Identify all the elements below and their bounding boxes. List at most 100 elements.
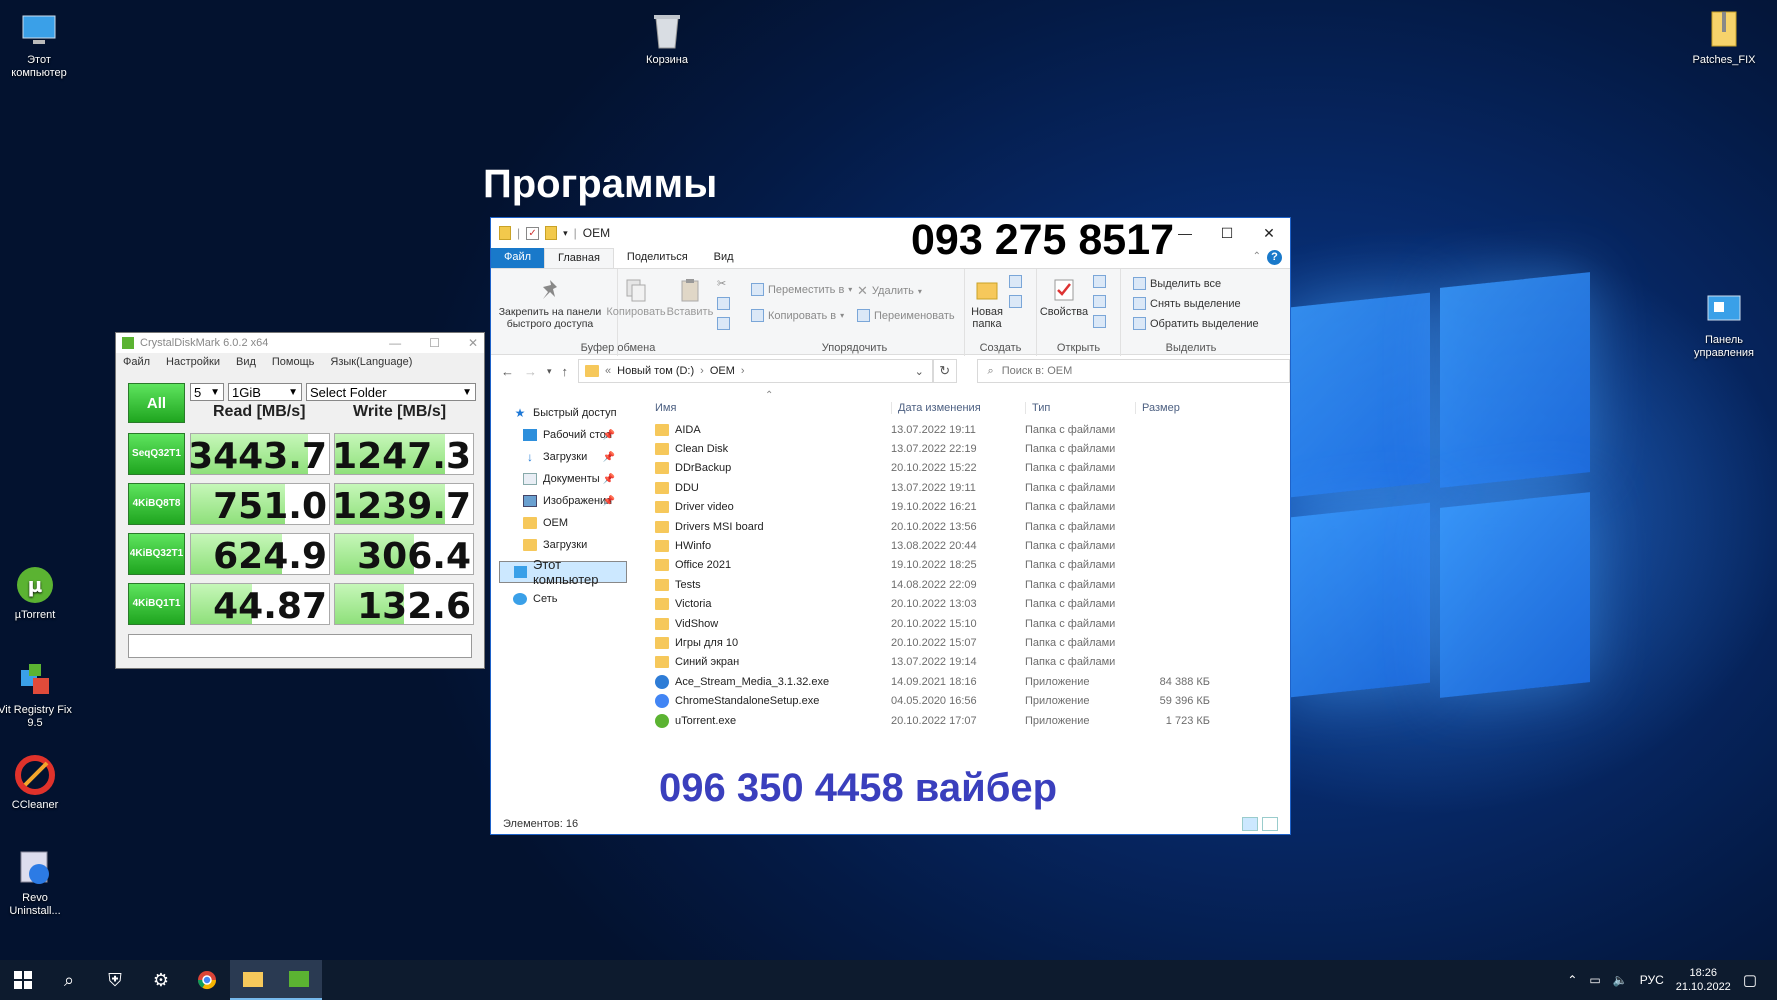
pin-icon[interactable]: 📌 — [603, 430, 615, 441]
column-size[interactable]: Размер — [1135, 402, 1210, 414]
breadcrumb-separator[interactable]: › — [700, 365, 704, 377]
notification-icon[interactable]: ▢ — [1743, 971, 1757, 989]
desktop-icon-revo[interactable]: Revo Uninstall... — [0, 848, 74, 918]
column-date[interactable]: Дата изменения — [891, 402, 1025, 414]
tab-home[interactable]: Главная — [544, 248, 614, 268]
file-row[interactable]: DDrBackup 20.10.2022 15:22 Папка с файла… — [651, 459, 1231, 478]
invert-selection-button[interactable]: Обратить выделение — [1133, 317, 1259, 330]
close-icon[interactable]: ✕ — [468, 336, 478, 350]
rename-button[interactable]: Переименовать — [857, 309, 955, 322]
nav-item[interactable]: ↓ Загрузки 📌 — [499, 446, 627, 468]
pin-icon[interactable]: 📌 — [603, 474, 615, 485]
large-icons-view-icon[interactable] — [1262, 817, 1278, 831]
breadcrumb-drive[interactable]: Новый том (D:) — [617, 365, 694, 377]
column-name[interactable]: Имя — [651, 402, 891, 414]
cdm-menu-view[interactable]: Вид — [236, 356, 256, 370]
back-icon[interactable]: ← — [501, 364, 514, 379]
nav-item[interactable]: Документы 📌 — [499, 468, 627, 490]
delete-button[interactable]: ✕ Удалить ▾ — [857, 283, 922, 299]
nav-item[interactable]: Рабочий стол 📌 — [499, 424, 627, 446]
pin-icon[interactable]: 📌 — [603, 496, 615, 507]
open-icon[interactable] — [1093, 275, 1106, 288]
move-to-button[interactable]: Переместить в ▾ — [751, 283, 852, 296]
desktop-icon-patches[interactable]: Patches_FIX — [1685, 10, 1763, 67]
close-icon[interactable]: ✕ — [1248, 218, 1290, 248]
network-icon[interactable]: ▭ — [1589, 973, 1600, 987]
file-row[interactable]: DDU 13.07.2022 19:11 Папка с файлами — [651, 478, 1231, 497]
new-folder-quick-icon[interactable] — [545, 226, 558, 240]
maximize-icon[interactable]: ☐ — [1206, 218, 1248, 248]
properties-button[interactable]: Свойства — [1039, 277, 1089, 318]
minimize-icon[interactable]: — — [389, 336, 401, 350]
test-button[interactable]: 4KiB Q32T1 — [128, 533, 185, 575]
copy-to-button[interactable]: Копировать в ▾ — [751, 309, 844, 322]
language-indicator[interactable]: РУС — [1640, 973, 1664, 987]
help-icon[interactable]: ? — [1267, 250, 1282, 265]
select-all-button[interactable]: Выделить все — [1133, 277, 1221, 290]
file-row[interactable]: AIDA 13.07.2022 19:11 Папка с файлами — [651, 420, 1231, 439]
file-row[interactable]: VidShow 20.10.2022 15:10 Папка с файлами — [651, 614, 1231, 633]
forward-icon[interactable]: → — [524, 364, 537, 379]
pin-button[interactable]: Закрепить на панели быстрого доступа — [495, 277, 605, 330]
test-button[interactable]: 4KiB Q8T8 — [128, 483, 185, 525]
test-button[interactable]: 4KiB Q1T1 — [128, 583, 185, 625]
tab-view[interactable]: Вид — [701, 248, 747, 268]
start-button[interactable] — [0, 960, 46, 1000]
file-explorer-taskbar-icon[interactable] — [230, 960, 276, 1000]
cdm-menu-settings[interactable]: Настройки — [166, 356, 220, 370]
breadcrumb-separator[interactable]: › — [741, 365, 745, 377]
nav-item[interactable]: Изображения 📌 — [499, 490, 627, 512]
file-row[interactable]: ChromeStandaloneSetup.exe 04.05.2020 16:… — [651, 691, 1231, 710]
chevron-down-icon[interactable]: ▾ — [563, 228, 568, 239]
column-type[interactable]: Тип — [1025, 402, 1135, 414]
crystaldiskmark-taskbar-icon[interactable] — [276, 960, 322, 1000]
desktop-icon-ccleaner[interactable]: CCleaner — [0, 755, 74, 812]
cdm-menu-help[interactable]: Помощь — [272, 356, 315, 370]
nav-item[interactable]: Сеть — [499, 588, 627, 610]
pin-icon[interactable]: 📌 — [603, 452, 615, 463]
file-row[interactable]: Tests 14.08.2022 22:09 Папка с файлами — [651, 575, 1231, 594]
address-bar[interactable]: « Новый том (D:) › OEM › ⌄ — [578, 359, 933, 383]
tab-file[interactable]: Файл — [491, 248, 545, 268]
recent-locations-icon[interactable]: ▾ — [547, 366, 552, 377]
new-folder-button[interactable]: Новая папка — [967, 277, 1007, 330]
comment-field[interactable] — [128, 634, 472, 658]
test-button[interactable]: Seq Q32T1 — [128, 433, 185, 475]
new-item-icon[interactable] — [1009, 275, 1022, 288]
copy-path-icon[interactable] — [717, 297, 730, 310]
desktop-icon-recycle-bin[interactable]: Корзина — [628, 10, 706, 67]
cdm-menu-language[interactable]: Язык(Language) — [330, 356, 412, 370]
desktop-icon-control-panel[interactable]: Панель управления — [1685, 290, 1763, 360]
size-select[interactable]: 1GiB ▼ — [228, 383, 302, 401]
properties-quick-icon[interactable]: ✓ — [526, 226, 540, 240]
nav-item[interactable]: Загрузки — [499, 534, 627, 556]
nav-item[interactable]: OEM — [499, 512, 627, 534]
file-row[interactable]: Clean Disk 13.07.2022 22:19 Папка с файл… — [651, 439, 1231, 458]
file-row[interactable]: Ace_Stream_Media_3.1.32.exe 14.09.2021 1… — [651, 672, 1231, 691]
copy-button[interactable]: Копировать — [603, 277, 669, 318]
shield-icon[interactable]: ⛨ — [92, 960, 138, 1000]
nav-item[interactable]: ★ Быстрый доступ — [499, 402, 627, 424]
collapse-ribbon-icon[interactable]: ⌃ — [1253, 248, 1261, 268]
search-icon[interactable]: ⌕ — [46, 960, 92, 1000]
history-icon[interactable] — [1093, 315, 1106, 328]
cut-icon[interactable]: ✂ — [717, 277, 726, 290]
details-view-icon[interactable] — [1242, 817, 1258, 831]
volume-icon[interactable]: 🔈 — [1613, 973, 1628, 987]
folder-select[interactable]: Select Folder ▼ — [306, 383, 476, 401]
all-button[interactable]: All — [128, 383, 185, 423]
refresh-icon[interactable]: ↻ — [932, 359, 957, 383]
minimize-icon[interactable]: — — [1164, 218, 1206, 248]
breadcrumb-overflow[interactable]: « — [605, 365, 611, 377]
easy-access-icon[interactable] — [1009, 295, 1022, 308]
paste-shortcut-icon[interactable] — [717, 317, 730, 330]
chevron-down-icon[interactable]: ⌄ — [915, 365, 924, 378]
file-row[interactable]: Driver video 19.10.2022 16:21 Папка с фа… — [651, 498, 1231, 517]
paste-button[interactable]: Вставить — [665, 277, 715, 318]
desktop-icon-utorrent[interactable]: µ µTorrent — [0, 565, 74, 622]
file-row[interactable]: Синий экран 13.07.2022 19:14 Папка с фай… — [651, 653, 1231, 672]
search-box[interactable]: ⌕ Поиск в: OEM — [976, 359, 1290, 383]
edit-icon[interactable] — [1093, 295, 1106, 308]
chevron-up-icon[interactable]: ⌃ — [1567, 973, 1577, 987]
count-select[interactable]: 5 ▼ — [190, 383, 224, 401]
